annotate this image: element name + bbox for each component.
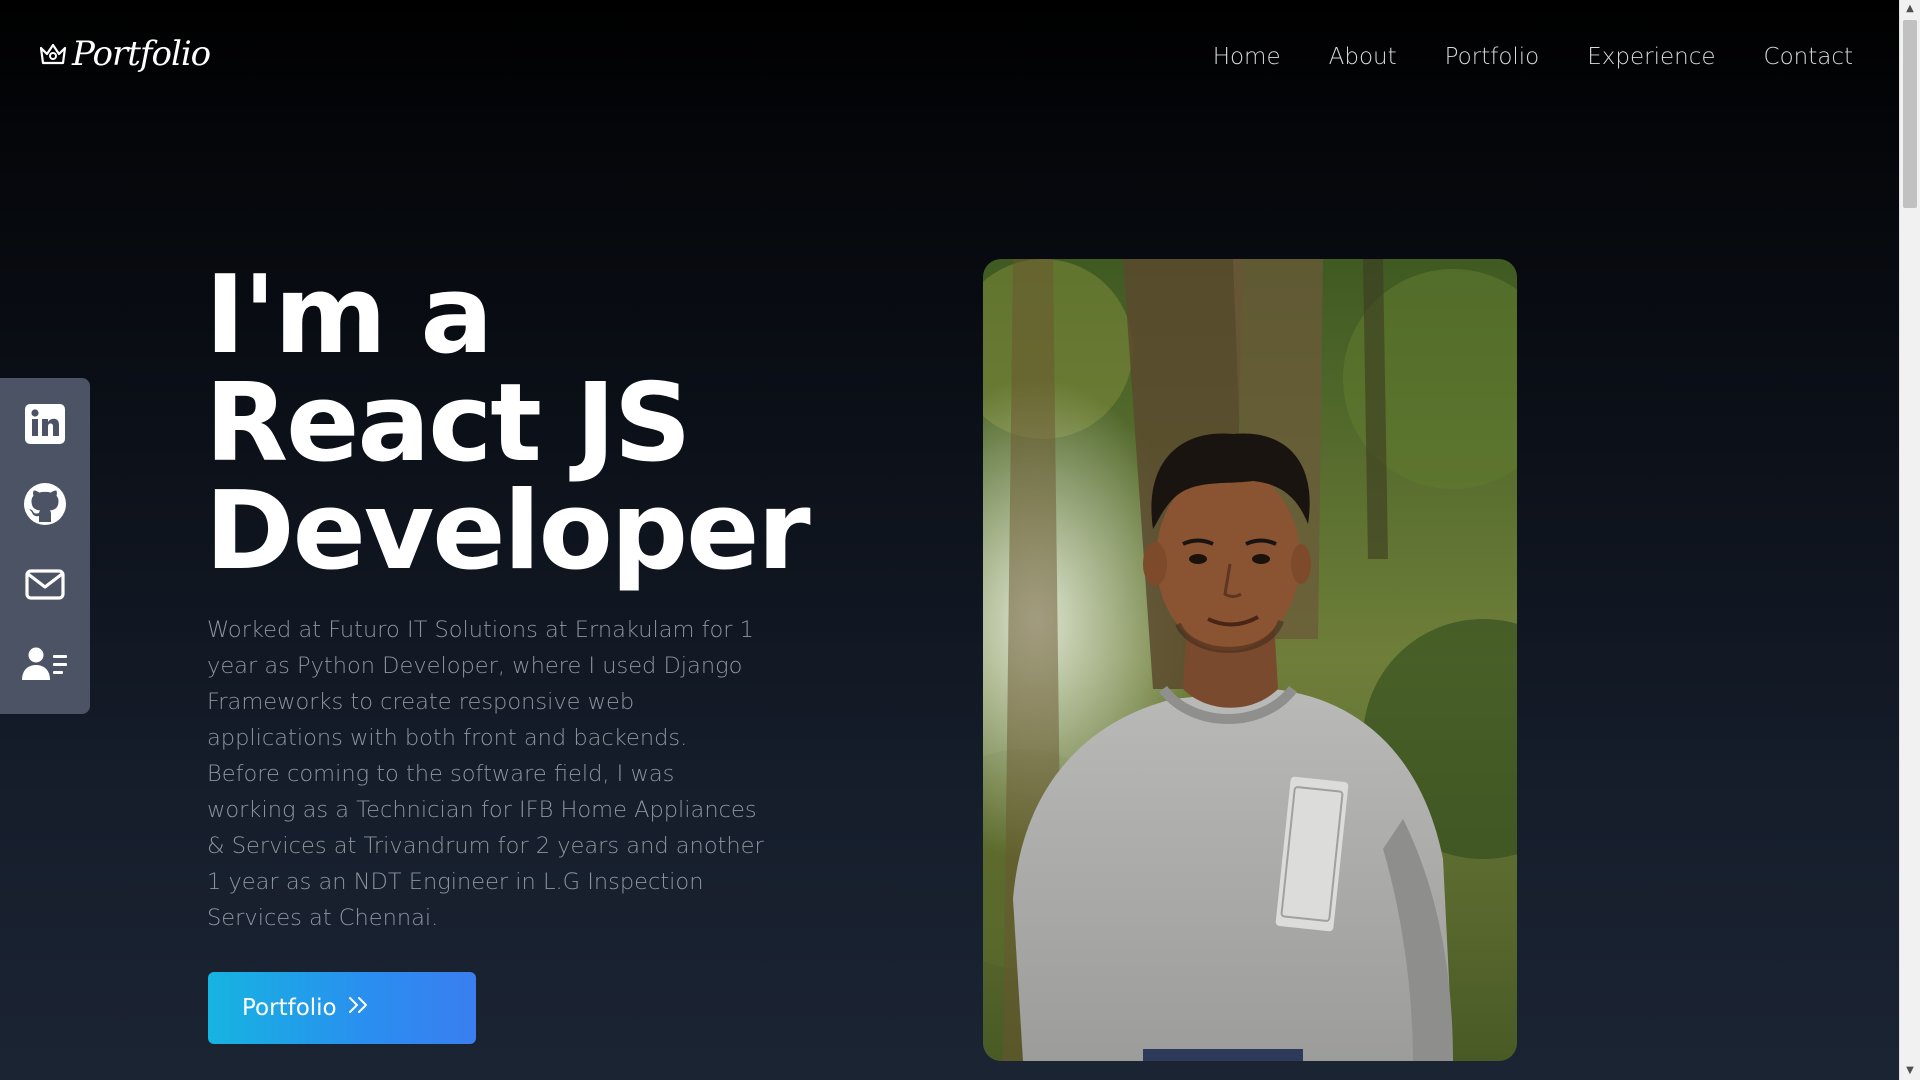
top-navbar: Portfolio Home About Portfolio Experienc… bbox=[0, 0, 1900, 120]
double-chevron-right-icon bbox=[347, 995, 371, 1021]
hero-title: I'm a React JS Developer bbox=[205, 253, 811, 594]
social-sidebar bbox=[0, 378, 90, 714]
nav-about-link[interactable]: About bbox=[1329, 44, 1397, 70]
scrollbar-thumb[interactable] bbox=[1903, 20, 1917, 208]
profile-photo bbox=[983, 259, 1517, 1061]
hero-title-line-3: Developer bbox=[205, 469, 811, 594]
brand-logo[interactable]: Portfolio bbox=[38, 34, 211, 74]
nav-home-link[interactable]: Home bbox=[1213, 44, 1281, 70]
crown-icon bbox=[38, 39, 68, 69]
portfolio-button-label: Portfolio bbox=[242, 995, 337, 1021]
portfolio-button[interactable]: Portfolio bbox=[208, 972, 476, 1044]
logo-text: Portfolio bbox=[72, 34, 211, 74]
nav-links: Home About Portfolio Experience Contact bbox=[1213, 44, 1853, 70]
mail-icon bbox=[23, 562, 67, 610]
hero-title-line-2: React JS bbox=[205, 361, 692, 486]
nav-portfolio-link[interactable]: Portfolio bbox=[1445, 44, 1540, 70]
page-scrollbar[interactable]: ▲ ▼ bbox=[1899, 0, 1920, 1080]
resume-icon bbox=[21, 642, 69, 690]
linkedin-icon bbox=[23, 402, 67, 450]
nav-contact-link[interactable]: Contact bbox=[1764, 44, 1853, 70]
resume-link[interactable] bbox=[20, 641, 70, 691]
hero-description: Worked at Futuro IT Solutions at Ernakul… bbox=[207, 617, 764, 931]
hero-title-line-1: I'm a bbox=[205, 253, 493, 378]
scroll-down-icon[interactable]: ▼ bbox=[1900, 1062, 1920, 1080]
email-link[interactable] bbox=[20, 561, 70, 611]
github-icon bbox=[22, 481, 68, 531]
nav-experience-link[interactable]: Experience bbox=[1587, 44, 1715, 70]
github-link[interactable] bbox=[20, 481, 70, 531]
scroll-up-icon[interactable]: ▲ bbox=[1900, 0, 1920, 18]
linkedin-link[interactable] bbox=[20, 401, 70, 451]
